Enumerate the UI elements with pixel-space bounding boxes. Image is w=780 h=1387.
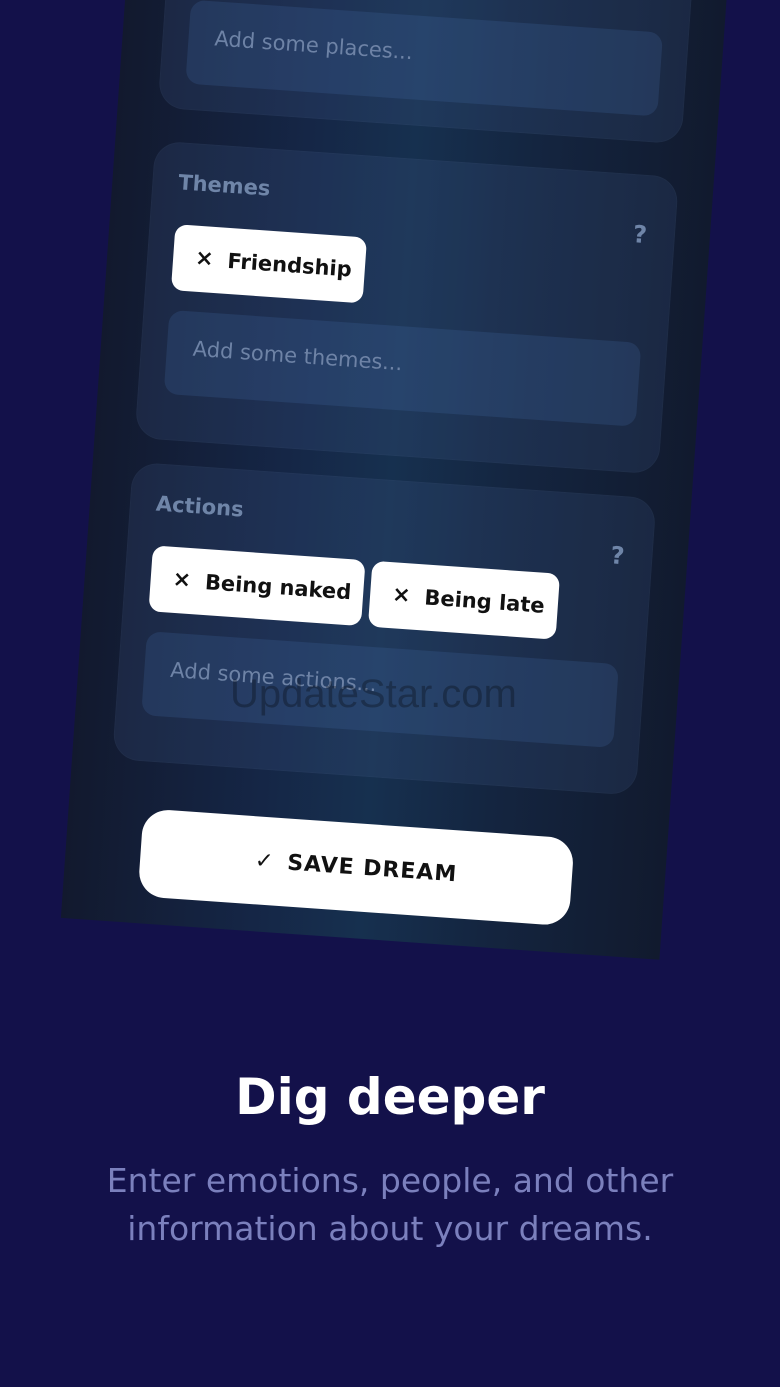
places-input-placeholder: Add some places... [213, 26, 414, 65]
save-dream-label: SAVE DREAM [286, 850, 459, 887]
promo-subtitle: Enter emotions, people, and other inform… [106, 1161, 674, 1248]
action-chip-being-naked[interactable]: × Being naked [148, 545, 366, 627]
themes-card: Themes ? × Friendship Add some themes... [134, 140, 680, 475]
phone-screen: Add some places... Themes ? × Friendship… [60, 0, 730, 960]
themes-input[interactable]: Add some themes... [163, 309, 642, 427]
close-icon[interactable]: × [194, 246, 214, 272]
places-card: Add some places... [157, 0, 696, 145]
actions-title: Actions [155, 491, 245, 522]
themes-title: Themes [177, 170, 272, 201]
action-chip-being-late[interactable]: × Being late [367, 560, 561, 640]
actions-input-placeholder: Add some actions... [169, 657, 378, 697]
close-icon[interactable]: × [391, 582, 411, 608]
action-chip-label: Being naked [204, 570, 353, 605]
themes-help-icon[interactable]: ? [632, 220, 648, 249]
places-input[interactable]: Add some places... [185, 0, 664, 117]
theme-chip-label: Friendship [226, 248, 353, 282]
close-icon[interactable]: × [172, 567, 192, 593]
save-dream-button[interactable]: ✓ SAVE DREAM [137, 808, 575, 927]
action-chip-label: Being late [423, 585, 546, 618]
actions-help-icon[interactable]: ? [610, 541, 626, 570]
actions-input[interactable]: Add some actions... [141, 631, 619, 748]
themes-input-placeholder: Add some themes... [192, 336, 404, 376]
theme-chip-friendship[interactable]: × Friendship [170, 224, 368, 304]
checkmark-icon: ✓ [254, 847, 275, 875]
promo-title: Dig deeper [235, 1068, 545, 1126]
actions-card: Actions ? × Being naked × Being late Add… [112, 461, 657, 796]
